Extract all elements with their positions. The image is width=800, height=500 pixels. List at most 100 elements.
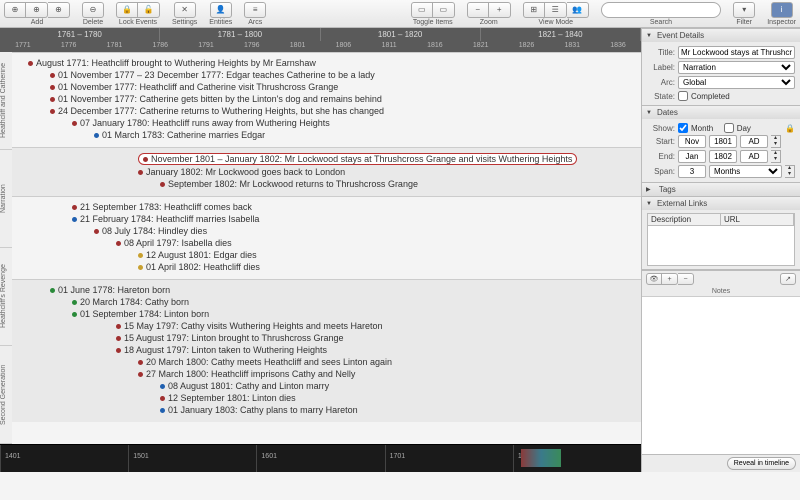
event-item[interactable]: September 1802: Mr Lockwood returns to T… [18,178,635,190]
event-item[interactable]: January 1802: Mr Lockwood goes back to L… [18,166,635,178]
event-dot [160,384,165,389]
event-details-header[interactable]: Event Details [642,29,800,42]
end-stepper[interactable]: ▴▾ [771,150,781,163]
event-dot [138,253,143,258]
unlock-button[interactable]: 🔓 [138,2,160,18]
event-item[interactable]: 01 November 1777: Catherine gets bitten … [18,93,635,105]
end-month-input[interactable] [678,150,706,163]
filter-button[interactable]: ▾ [733,2,755,18]
title-input[interactable] [678,46,795,59]
event-item[interactable]: 12 September 1801: Linton dies [18,392,635,404]
start-year-input[interactable] [709,135,737,148]
view-3-button[interactable]: 👥 [567,2,589,18]
reveal-button[interactable]: Reveal in timeline [727,457,796,470]
lock-icon[interactable]: 🔒 [785,124,795,133]
completed-checkbox[interactable] [678,91,688,101]
add-entity-button[interactable]: ⊕ [26,2,48,18]
event-item[interactable]: 08 August 1801: Cathy and Linton marry [18,380,635,392]
arcs-button[interactable]: ≡ [244,2,266,18]
arc-select[interactable]: Global [678,76,795,89]
note-link-button[interactable]: ↗ [780,273,796,285]
event-dot [94,229,99,234]
event-item[interactable]: 21 February 1784: Heathcliff marries Isa… [18,213,635,225]
arc-label[interactable]: Second Generation [0,346,12,444]
toolbar: ⊕ ⊕ ⊕ Add ⊖Delete 🔒🔓Lock Events ✕Setting… [0,0,800,28]
month-checkbox[interactable] [678,123,688,133]
event-dot [50,97,55,102]
dates-header[interactable]: Dates [642,106,800,119]
event-item[interactable]: 01 June 1778: Hareton born [18,284,635,296]
view-2-button[interactable]: ☰ [545,2,567,18]
event-item[interactable]: November 1801 – January 1802: Mr Lockwoo… [18,152,635,166]
mini-mark: 1501 [128,445,256,472]
event-dot [143,157,148,162]
event-item[interactable]: 24 December 1777: Catherine returns to W… [18,105,635,117]
day-checkbox[interactable] [724,123,734,133]
event-text: 01 November 1777 – 23 December 1777: Edg… [58,70,375,80]
toggle-1-button[interactable]: ▭ [411,2,433,18]
mini-viewport-region[interactable] [521,449,561,467]
arc-label[interactable]: Heathcliff's Revenge [0,248,12,346]
event-text: 27 March 1800: Heathcliff imprisons Cath… [146,369,355,379]
arc-section: August 1771: Heathcliff brought to Wuthe… [12,52,641,147]
event-item[interactable]: 08 July 1784: Hindley dies [18,225,635,237]
span-number-input[interactable] [678,165,706,178]
span-unit-select[interactable]: Months [709,165,782,178]
delete-button[interactable]: ⊖ [82,2,104,18]
note-tool-1[interactable]: 👁 [646,273,662,285]
event-dot [116,348,121,353]
end-year-input[interactable] [709,150,737,163]
event-item[interactable]: 21 September 1783: Heathcliff comes back [18,201,635,213]
lock-button[interactable]: 🔒 [116,2,138,18]
mini-mark: 1601 [256,445,384,472]
event-item[interactable]: 15 May 1797: Cathy visits Wuthering Heig… [18,320,635,332]
notes-editor[interactable] [642,296,800,454]
end-era-input[interactable] [740,150,768,163]
event-item[interactable]: August 1771: Heathcliff brought to Wuthe… [18,57,635,69]
start-month-input[interactable] [678,135,706,148]
event-item[interactable]: 15 August 1797: Linton brought to Thrush… [18,332,635,344]
event-item[interactable]: 20 March 1784: Cathy born [18,296,635,308]
start-era-input[interactable] [740,135,768,148]
event-item[interactable]: 01 April 1802: Heathcliff dies [18,261,635,273]
event-item[interactable]: 08 April 1797: Isabella dies [18,237,635,249]
add-arc-button[interactable]: ⊕ [48,2,70,18]
note-remove-button[interactable]: − [678,273,694,285]
toggle-2-button[interactable]: ▭ [433,2,455,18]
event-item[interactable]: 27 March 1800: Heathcliff imprisons Cath… [18,368,635,380]
add-event-button[interactable]: ⊕ [4,2,26,18]
tags-header[interactable]: ▶ Tags [642,183,800,196]
event-dot [72,217,77,222]
arc-section: 01 June 1778: Hareton born20 March 1784:… [12,279,641,422]
event-item[interactable]: 01 November 1777 – 23 December 1777: Edg… [18,69,635,81]
tick-label: 1786 [137,42,183,52]
toggle-label: Toggle Items [413,19,453,26]
label-select[interactable]: Narration [678,61,795,74]
arc-label[interactable]: Heathcliff and Catherine [0,52,12,150]
event-item[interactable]: 07 January 1780: Heathcliff runs away fr… [18,117,635,129]
start-stepper[interactable]: ▴▾ [771,135,781,148]
event-item[interactable]: 12 August 1801: Edgar dies [18,249,635,261]
view-1-button[interactable]: ⊞ [523,2,545,18]
arcs-label: Arcs [248,19,262,26]
mini-timeline[interactable]: 14011501160117011801 [0,444,641,472]
zoom-in-button[interactable]: + [489,2,511,18]
external-links-header[interactable]: External Links [642,197,800,210]
settings-button[interactable]: ✕ [174,2,196,18]
arc-label[interactable]: Narration [0,150,12,248]
inspector-button[interactable]: i [771,2,793,18]
entities-button[interactable]: 👤 [210,2,232,18]
event-text: 15 May 1797: Cathy visits Wuthering Heig… [124,321,382,331]
month-label: Month [691,124,713,133]
event-item[interactable]: 20 March 1800: Cathy meets Heathcliff an… [18,356,635,368]
event-item[interactable]: 01 November 1777: Heathcliff and Catheri… [18,81,635,93]
event-item[interactable]: 18 August 1797: Linton taken to Wutherin… [18,344,635,356]
zoom-out-button[interactable]: − [467,2,489,18]
span-stepper[interactable]: ▴▾ [785,165,795,178]
event-item[interactable]: 01 January 1803: Cathy plans to marry Ha… [18,404,635,416]
note-add-button[interactable]: + [662,273,678,285]
links-table-body[interactable] [647,226,795,266]
search-input[interactable] [601,2,721,18]
event-item[interactable]: 01 September 1784: Linton born [18,308,635,320]
event-item[interactable]: 01 March 1783: Catherine marries Edgar [18,129,635,141]
